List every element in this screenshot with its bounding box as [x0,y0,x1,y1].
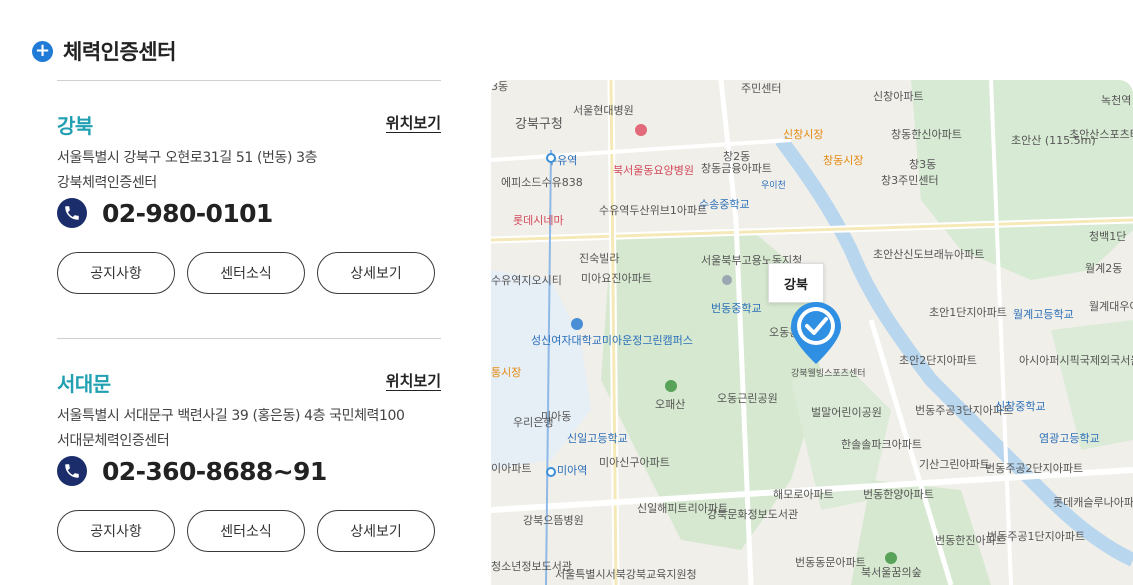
map-label: 강북구청 [515,117,563,132]
phone-number: 02-360-8688~91 [102,456,327,486]
map-label: 녹천역 [1101,93,1131,107]
map-label: 신창시장 [783,128,823,141]
details-button[interactable]: 상세보기 [317,252,435,294]
map-label: 아시아퍼시픽국제외국서울캠퍼스 [1019,354,1133,367]
plus-circle-icon: + [32,40,53,62]
map-label: 신창중학교 [995,400,1046,413]
center-news-button[interactable]: 센터소식 [187,510,305,552]
map-label: 창동한신아파트 [891,128,962,141]
notice-button[interactable]: 공지사항 [57,510,175,552]
map-label: 서울특별시서북강북교육지원청 [555,568,697,581]
center-item-gangbuk: 강북 위치보기 서울특별시 강북구 오현로31길 51 (번동) 3층 강북체력… [57,110,441,310]
map-label: 강북문화정보도서관 [707,508,798,521]
park-icon [885,552,897,564]
map-label: 미아요진아파트 [581,272,652,285]
marker-tooltip: 강북 [768,263,824,303]
map-label: 초안산스포츠타운 [1069,128,1133,141]
map-label: 수유역지오시티 [491,274,562,287]
map-label: 한솔솔파크아파트 [841,438,922,451]
school-icon [571,318,583,330]
green-area [1051,320,1133,450]
top-divider [57,80,441,81]
center-divider [57,338,441,339]
location-map[interactable]: 주민센터 신창아파트 녹천역 서울현대병원 강북구청 신창시장 창동한신아파트 … [491,80,1133,585]
map-label: 초안1단지아파트 [929,306,1007,319]
map-label: 북서울꿈의숲 [861,566,922,579]
center-actions: 공지사항 센터소식 상세보기 [57,510,435,552]
map-label: 청소년정보도서관 [491,560,572,573]
view-location-link[interactable]: 위치보기 [385,372,441,391]
center-name: 강북 [57,114,93,138]
address-line-name: 강북체력인증센터 [57,175,157,191]
center-address: 서울특별시 강북구 오현로31길 51 (번동) 3층 강북체력인증센터 [57,146,318,196]
map-label: 번동중학교 [711,302,762,315]
map-label: 해모로아파트 [773,487,834,501]
map-label: 미아신구아파트 [599,456,670,469]
map-label: 번동주공2단지아파트 [985,462,1083,475]
phone-row: 02-980-0101 [57,198,273,228]
view-location-link[interactable]: 위치보기 [385,114,441,133]
map-label: 강북으뜸병원 [523,514,584,527]
park-icon [665,380,677,392]
map-label: 주민센터 [741,82,781,95]
phone-row: 02-360-8688~91 [57,456,327,486]
map-label: 오패산 [655,398,685,411]
map-label: 벌말어린이공원 [811,406,882,419]
map-label: 3동 [491,80,508,93]
map-label: 번동동문아파트 [795,556,866,569]
notice-button[interactable]: 공지사항 [57,252,175,294]
page-title: 체력인증센터 [63,40,176,64]
map-label: 청백1단 [1089,230,1126,243]
map-label: 오동근린공원 [717,392,778,405]
map-label: 번동한양아파트 [863,488,934,501]
map-label: 기산그린아파트 [919,458,990,471]
address-line: 서울특별시 강북구 오현로31길 51 (번동) 3층 [57,150,318,166]
map-label: 진숙빌라 [579,252,619,265]
map-label: 롯데시네마 [513,214,564,227]
map-label: 신일고등학교 [567,431,628,445]
map-label: 번동주공1단지아파트 [987,530,1085,543]
hospital-icon [635,124,647,136]
center-address: 서울특별시 서대문구 백련사길 39 (홍은동) 4층 국민체력100 서대문체… [57,404,405,454]
map-label: 창동시장 [823,154,863,167]
map-label: 창3동 [909,158,936,171]
map-label: 창동금융아파트 [701,162,772,175]
map-label: 북서울동요양병원 [613,164,694,177]
address-line-name: 서대문체력인증센터 [57,433,170,449]
center-actions: 공지사항 센터소식 상세보기 [57,252,435,294]
subway-station-icon [546,153,556,163]
map-label: 월계대우아파트 [1089,300,1133,313]
map-label: 우이천 [761,180,786,191]
poi-dot [722,275,732,285]
subway-station-icon [546,467,556,477]
map-label: 롯데캐슬루나아파트 [1053,496,1133,509]
center-news-button[interactable]: 센터소식 [187,252,305,294]
map-label: 에피소드수유838 [501,176,583,189]
map-label: 염광고등학교 [1039,432,1100,445]
map-label: 초안산신도브래뉴아파트 [873,248,984,261]
phone-number: 02-980-0101 [102,198,273,228]
map-label: 강북웰빙스포츠센터 [791,368,866,379]
map-label: 미아역 [557,464,587,477]
map-label: 수유역두산위브1아파트 [599,204,707,217]
section-header: + 체력인증센터 [32,36,176,66]
map-label: 월계2동 [1085,262,1122,275]
map-label: 통시장 [491,366,521,379]
map-label: 서울현대병원 [573,104,634,117]
map-label: 초안2단지아파트 [899,354,977,367]
phone-icon [57,456,87,486]
map-label: 성신여자대학교미아운정그린캠퍼스 [531,334,693,347]
map-label: 신창아파트 [873,90,924,103]
center-item-seodaemun: 서대문 위치보기 서울특별시 서대문구 백련사길 39 (홍은동) 4층 국민체… [57,368,441,568]
location-pin-icon[interactable] [789,300,843,366]
map-label: 미아동 [541,410,571,423]
center-name: 서대문 [57,372,111,396]
phone-icon [57,198,87,228]
map-label: 이아파트 [491,462,531,475]
address-line: 서울특별시 서대문구 백련사길 39 (홍은동) 4층 국민체력100 [57,408,405,424]
map-label: 창3주민센터 [881,174,939,187]
details-button[interactable]: 상세보기 [317,510,435,552]
map-label: 월계고등학교 [1013,308,1074,321]
map-label: 창2동 [723,150,750,163]
